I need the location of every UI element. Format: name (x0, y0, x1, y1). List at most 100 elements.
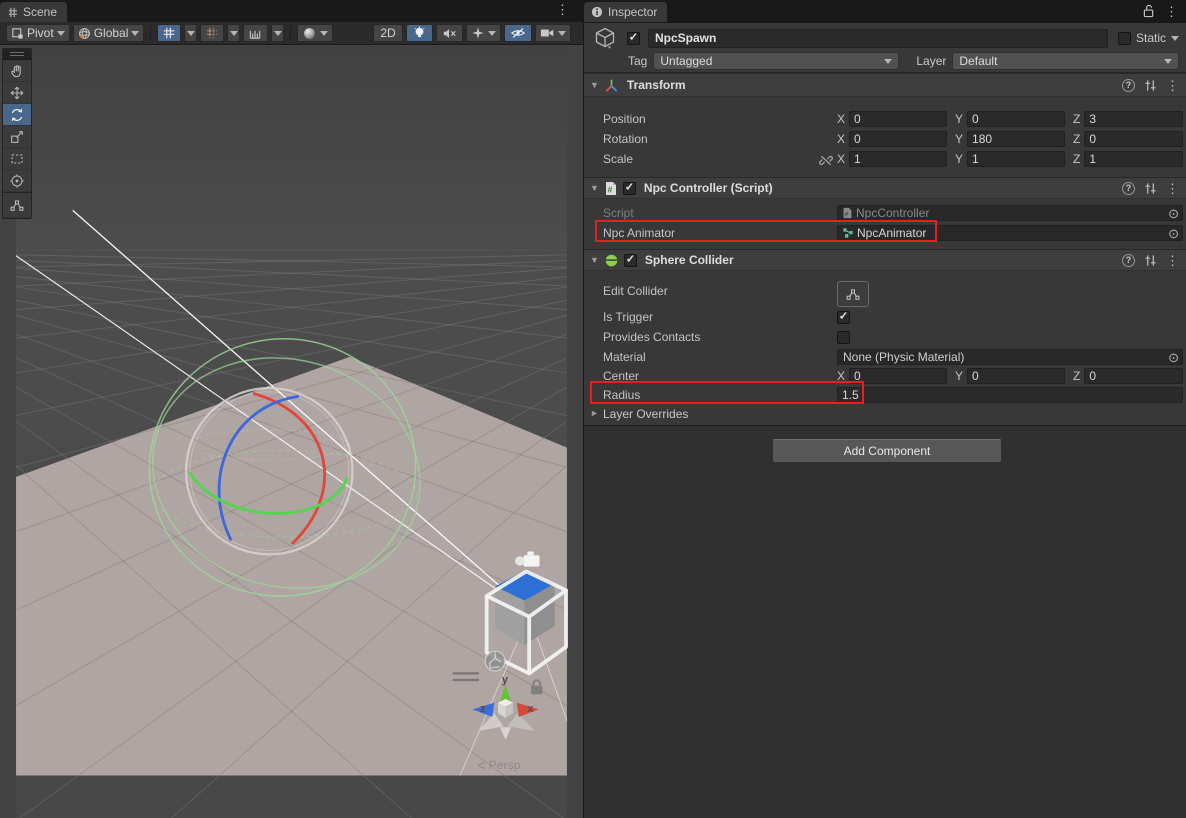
tab-inspector[interactable]: Inspector (584, 2, 667, 22)
object-picker-icon[interactable]: ⊙ (1168, 227, 1179, 240)
draw-mode-dropdown[interactable] (297, 24, 333, 42)
foldout-collapsed-icon[interactable]: ► (590, 409, 603, 418)
rect-tool-icon (9, 151, 25, 167)
pivot-dropdown[interactable]: Pivot (6, 24, 70, 42)
scene-camera-dropdown[interactable] (535, 24, 571, 42)
constrain-proportions-icon[interactable] (819, 154, 833, 167)
edit-collider-tool[interactable] (3, 192, 31, 218)
provides-contacts-label[interactable]: Provides Contacts (584, 330, 837, 344)
rotation-y-field[interactable]: 180 (967, 131, 1065, 147)
move-tool[interactable] (3, 82, 31, 104)
rotation-row: Rotation X0 Y180 Z0 (584, 129, 1186, 149)
axis-y-label: Y (955, 132, 963, 146)
inspector-menu-kebab-icon[interactable]: ⋮ (1165, 5, 1178, 18)
center-x-field[interactable]: 0 (849, 368, 947, 384)
scale-y-field[interactable]: 1 (967, 151, 1065, 167)
transform-header[interactable]: ▼ Transform ? ⋮ (584, 73, 1186, 97)
scene-viewport[interactable]: y z x < Persp (0, 45, 583, 818)
component-menu-kebab-icon[interactable]: ⋮ (1166, 182, 1179, 195)
effects-dropdown[interactable] (466, 24, 501, 42)
snap-increment-button[interactable] (243, 24, 268, 42)
scale-label[interactable]: Scale (584, 152, 837, 166)
material-label[interactable]: Material (584, 350, 837, 364)
rotation-x-field[interactable]: 0 (849, 131, 947, 147)
effects-arrow-icon (488, 31, 496, 36)
presets-icon[interactable] (1144, 254, 1157, 267)
snap-increment-arrow[interactable] (271, 24, 284, 42)
edit-collider-icon (845, 287, 861, 302)
object-picker-icon[interactable]: ⊙ (1168, 207, 1179, 220)
grid-snap-arrow[interactable] (227, 24, 240, 42)
component-menu-kebab-icon[interactable]: ⋮ (1166, 79, 1179, 92)
position-x-field[interactable]: 0 (849, 111, 947, 127)
edit-collider-button[interactable] (837, 281, 869, 307)
is-trigger-label[interactable]: Is Trigger (584, 310, 837, 324)
center-y-field[interactable]: 0 (967, 368, 1065, 384)
grid-visibility-toggle[interactable] (157, 24, 181, 42)
info-icon (591, 6, 603, 18)
move-icon (9, 85, 25, 101)
persp-label[interactable]: Persp (489, 758, 521, 772)
edit-collider-row: Edit Collider (584, 275, 1186, 307)
object-picker-icon[interactable]: ⊙ (1168, 351, 1179, 364)
lighting-toggle[interactable] (406, 24, 433, 42)
center-z-field[interactable]: 0 (1084, 368, 1183, 384)
layer-overrides-row[interactable]: ► Layer Overrides (584, 404, 1186, 423)
scene-visibility-toggle[interactable] (504, 24, 532, 42)
npc-controller-header[interactable]: ▼ # ✓ Npc Controller (Script) ? ⋮ (584, 177, 1186, 199)
script-object-field[interactable]: # NpcController ⊙ (837, 205, 1183, 221)
component-enabled-checkbox[interactable]: ✓ (623, 182, 636, 195)
view-tool[interactable] (3, 60, 31, 82)
presets-icon[interactable] (1144, 182, 1157, 195)
global-dropdown[interactable]: Global (73, 24, 145, 42)
gameobject-name-field[interactable]: NpcSpawn (648, 29, 1108, 48)
scale-z-field[interactable]: 1 (1084, 151, 1183, 167)
tag-dropdown[interactable]: Untagged (653, 52, 899, 70)
position-label[interactable]: Position (584, 112, 837, 126)
tab-scene[interactable]: Scene (0, 2, 67, 22)
transform-title: Transform (627, 78, 686, 92)
component-menu-kebab-icon[interactable]: ⋮ (1166, 254, 1179, 267)
audio-toggle[interactable] (436, 24, 463, 42)
rotation-label[interactable]: Rotation (584, 132, 837, 146)
foldout-expanded-icon[interactable]: ▼ (590, 81, 599, 90)
provides-contacts-checkbox[interactable] (837, 331, 850, 344)
rotate-tool[interactable] (3, 104, 31, 126)
radius-field[interactable]: 1.5 (837, 387, 1183, 403)
rect-tool[interactable] (3, 148, 31, 170)
lock-icon[interactable] (1143, 4, 1155, 18)
material-object-field[interactable]: None (Physic Material) ⊙ (837, 349, 1183, 365)
npc-animator-label[interactable]: Npc Animator (584, 226, 837, 240)
presets-icon[interactable] (1144, 79, 1157, 92)
position-z-field[interactable]: 3 (1084, 111, 1183, 127)
scale-tool[interactable] (3, 126, 31, 148)
grid-snap-toggle[interactable] (200, 24, 224, 42)
2d-toggle[interactable]: 2D (373, 24, 402, 42)
sphere-collider-header[interactable]: ▼ ✓ Sphere Collider ? ⋮ (584, 249, 1186, 271)
position-y-field[interactable]: 0 (967, 111, 1065, 127)
scale-x-field[interactable]: 1 (849, 151, 947, 167)
radius-label[interactable]: Radius (584, 388, 837, 402)
foldout-expanded-icon[interactable]: ▼ (590, 256, 599, 265)
add-component-button[interactable]: Add Component (772, 439, 1002, 463)
scene-menu-kebab-icon[interactable]: ⋮ (556, 3, 569, 16)
is-trigger-checkbox[interactable]: ✓ (837, 311, 850, 324)
help-icon[interactable]: ? (1122, 182, 1135, 195)
static-checkbox[interactable] (1118, 32, 1131, 45)
component-enabled-checkbox[interactable]: ✓ (624, 254, 637, 267)
gameobject-cube-icon[interactable] (592, 25, 618, 51)
transform-tool[interactable] (3, 170, 31, 192)
help-icon[interactable]: ? (1122, 254, 1135, 267)
npc-animator-object-field[interactable]: NpcAnimator ⊙ (837, 225, 1183, 241)
active-checkbox[interactable]: ✓ (627, 32, 640, 45)
rotation-z-field[interactable]: 0 (1084, 131, 1183, 147)
tool-palette-drag-handle[interactable] (3, 49, 31, 60)
foldout-expanded-icon[interactable]: ▼ (590, 184, 599, 193)
grid-visibility-arrow[interactable] (184, 24, 197, 42)
static-flags-arrow[interactable] (1171, 36, 1179, 41)
layer-dropdown[interactable]: Default (952, 52, 1179, 70)
help-icon[interactable]: ? (1122, 79, 1135, 92)
center-label[interactable]: Center (584, 369, 837, 383)
gameobject-icon-dropdown-arrow[interactable] (608, 47, 611, 49)
toolbar-separator (150, 25, 151, 41)
